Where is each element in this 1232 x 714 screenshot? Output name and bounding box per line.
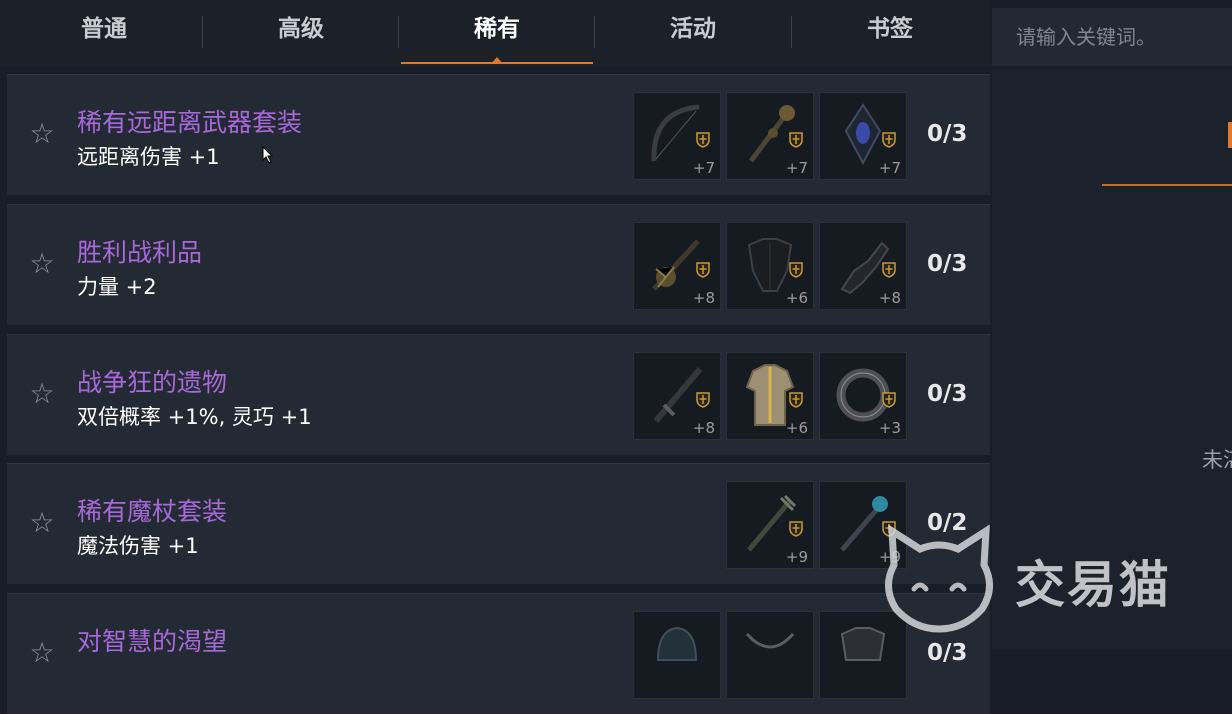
set-bonus: 魔法伤害 +1 [77,534,199,558]
item-level: +6 [785,289,808,307]
tab-rare-label: 稀有 [474,16,520,42]
detail-panel-text: 未湛 [1202,448,1232,472]
item-level: +7 [878,159,901,177]
item-slot[interactable]: +3 [819,352,907,440]
set-title: 稀有远距离武器套装 [77,108,303,137]
item-level: +3 [878,419,901,437]
shield-icon [882,132,896,148]
set-title: 对智慧的渴望 [77,627,228,656]
mouse-cursor-icon [262,146,274,164]
set-title: 稀有魔杖套装 [77,497,228,526]
item-level: +8 [878,289,901,307]
set-progress: 0/3 [927,640,968,666]
star-icon[interactable]: ☆ [27,249,57,279]
tab-normal[interactable]: 普通 [6,0,202,62]
shield-icon [882,262,896,278]
star-icon[interactable]: ☆ [27,508,57,538]
set-row[interactable]: ☆ 战争狂的遗物 双倍概率 +1%, 灵巧 +1 +8 +6 +3 0/3 [7,334,990,455]
item-slot[interactable]: +7 [633,92,721,180]
shield-icon [789,521,803,537]
watermark: 交易猫 [880,524,1210,635]
star-icon[interactable]: ☆ [27,119,57,149]
watermark-text: 交易猫 [1015,556,1171,614]
necklace-icon [745,632,795,649]
item-slot[interactable]: +8 [633,222,721,310]
active-tab-indicator [491,57,503,64]
item-level: +7 [785,159,808,177]
tab-bookmark[interactable]: 书签 [792,0,988,62]
detail-panel-divider [1102,184,1232,186]
set-progress: 0/3 [927,381,968,407]
shield-icon [789,392,803,408]
tab-rare[interactable]: 稀有 [399,0,595,64]
set-progress: 0/3 [927,121,968,147]
shield-icon [696,262,710,278]
item-level: +7 [692,159,715,177]
set-row[interactable]: ☆ 对智慧的渴望 0/3 [7,593,990,714]
item-slot[interactable]: +9 [726,481,814,569]
shield-icon [789,262,803,278]
shield-icon [696,132,710,148]
helmet-icon [656,626,698,661]
item-level: +6 [785,419,808,437]
detail-panel-accent [1228,122,1232,148]
item-slot[interactable]: +8 [633,352,721,440]
tab-bar: 普通 高级 稀有 活动 书签 [0,0,990,66]
shield-icon [789,132,803,148]
shield-icon [696,392,710,408]
item-level: +8 [692,289,715,307]
tab-event[interactable]: 活动 [595,0,791,62]
item-slot[interactable]: +8 [819,222,907,310]
item-slot[interactable]: +6 [726,222,814,310]
set-bonus: 远距离伤害 +1 [77,145,220,169]
item-slot[interactable] [726,611,814,699]
set-row[interactable]: ☆ 稀有魔杖套装 魔法伤害 +1 +9 +9 0/2 [7,463,990,584]
set-bonus: 双倍概率 +1%, 灵巧 +1 [77,405,312,429]
search-input[interactable] [992,8,1232,66]
set-bonus: 力量 +2 [77,275,157,299]
item-level: +8 [692,419,715,437]
shield-icon [882,392,896,408]
cat-logo-icon [885,524,993,633]
tab-advanced[interactable]: 高级 [203,0,399,62]
item-slot[interactable] [633,611,721,699]
item-level: +9 [785,548,808,566]
item-slot[interactable]: +7 [726,92,814,180]
star-icon[interactable]: ☆ [27,638,57,668]
set-progress: 0/3 [927,251,968,277]
star-icon[interactable]: ☆ [27,379,57,409]
item-slot[interactable]: +7 [819,92,907,180]
set-title: 战争狂的遗物 [77,368,228,397]
item-slot[interactable]: +6 [726,352,814,440]
search-box [992,8,1232,66]
set-row[interactable]: ☆ 稀有远距离武器套装 远距离伤害 +1 +7 +7 +7 0/3 [7,74,990,195]
set-row[interactable]: ☆ 胜利战利品 力量 +2 +8 +6 +8 0/3 [7,204,990,325]
set-title: 胜利战利品 [77,238,203,267]
